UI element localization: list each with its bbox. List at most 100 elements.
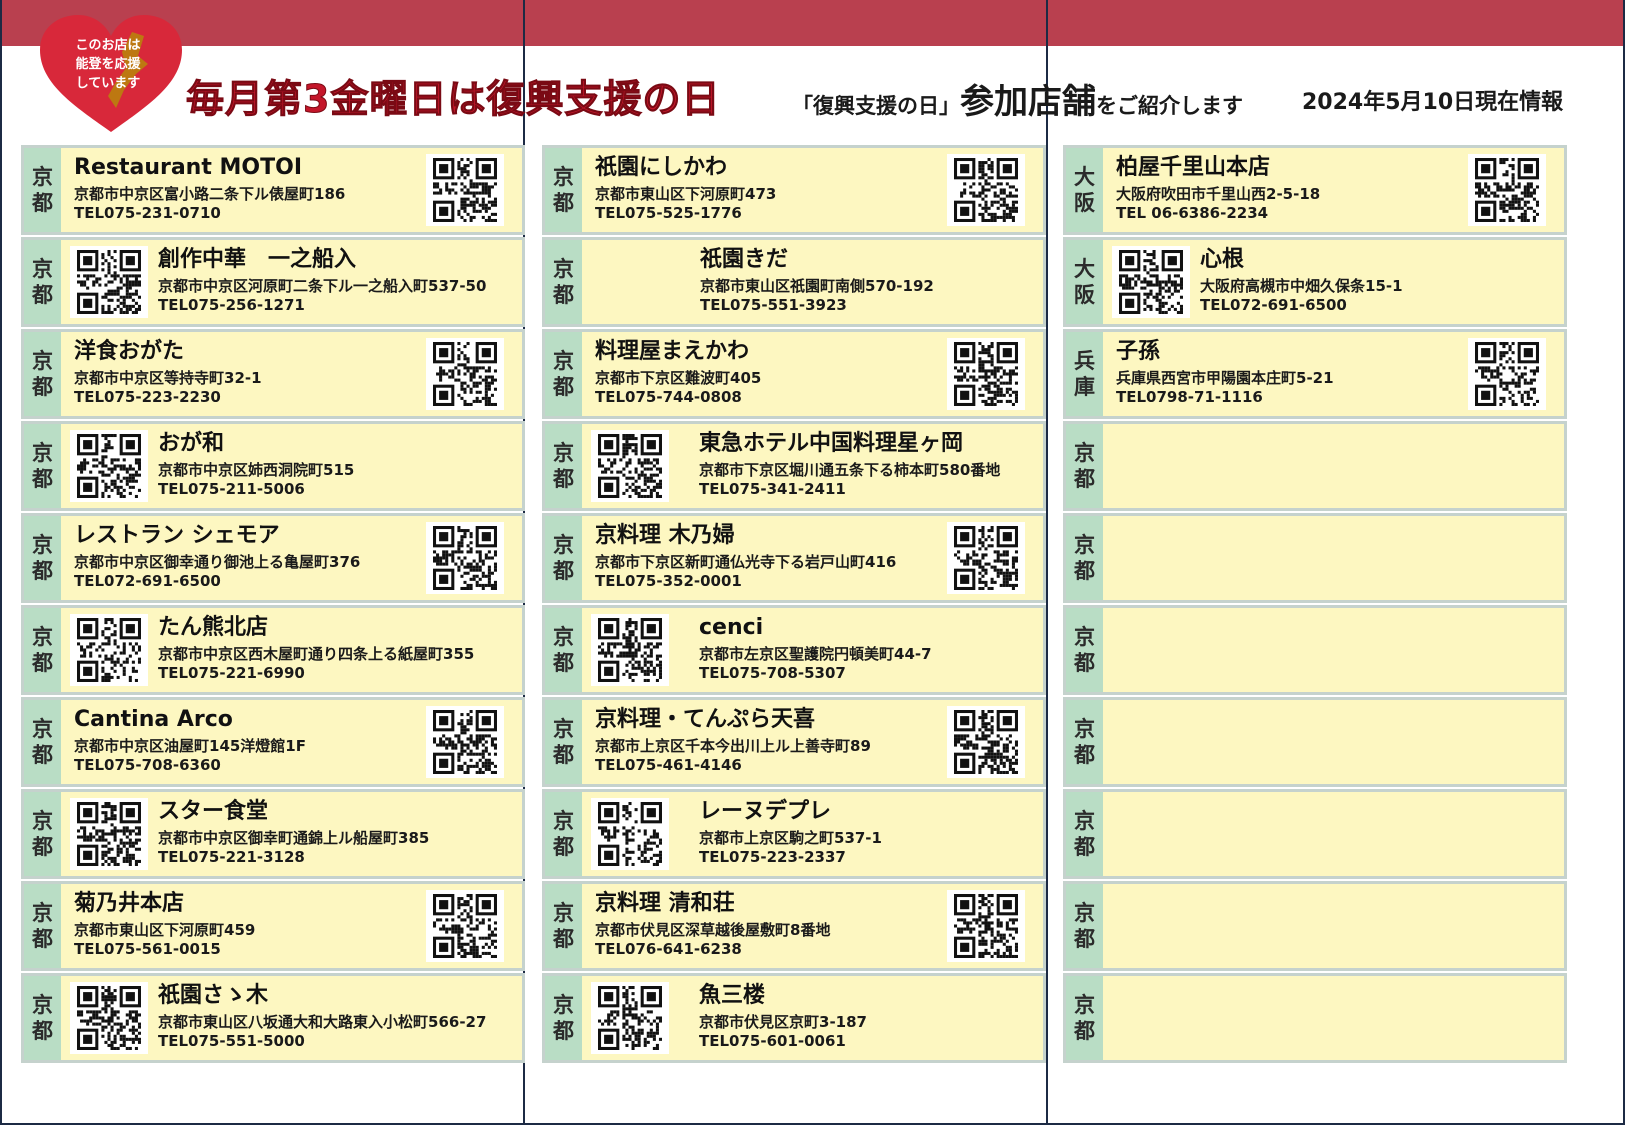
prefecture-char: 京 xyxy=(553,349,574,373)
subhead-prefix: 「復興支援の日」 xyxy=(792,94,960,118)
prefecture-char: 都 xyxy=(553,467,574,491)
page-subhead: 「復興支援の日」参加店舗をご紹介します xyxy=(792,74,1243,123)
qr-code-icon[interactable] xyxy=(947,522,1025,594)
prefecture-label: 京都 xyxy=(24,976,61,1060)
store-card: 京都洋食おがた 京都市中京区等持寺町32-1 TEL075-223-2230 xyxy=(21,329,525,419)
prefecture-label: 京都 xyxy=(24,884,61,968)
prefecture-label: 京都 xyxy=(24,424,61,508)
prefecture-char: 京 xyxy=(1074,533,1095,557)
store-address: 京都市左京区聖護院円頓美町44-7 xyxy=(699,645,932,663)
qr-code-icon[interactable] xyxy=(70,982,148,1054)
store-phone: TEL075-221-3128 xyxy=(158,848,305,866)
store-card: 京都 xyxy=(1063,421,1567,511)
store-phone: TEL075-223-2230 xyxy=(74,388,221,406)
store-info: Cantina Arco 京都市中京区油屋町145洋燈館1F TEL075-708-… xyxy=(74,706,306,775)
store-card: 京都 レーヌデプレ 京都市上京区駒之町537-1 TEL075-223-2337 xyxy=(542,789,1046,879)
store-info: おが和 京都市中京区姉西洞院町515 TEL075-211-5006 xyxy=(158,430,354,499)
store-name: 心根 xyxy=(1200,247,1245,272)
store-address: 京都市東山区祇園町南側570-192 xyxy=(700,277,934,295)
qr-code-icon[interactable] xyxy=(591,798,669,870)
prefecture-char: 京 xyxy=(553,441,574,465)
store-phone: TEL075-352-0001 xyxy=(595,572,742,590)
qr-code-icon[interactable] xyxy=(70,246,148,318)
store-name: 創作中華 一之船入 xyxy=(158,247,357,272)
store-card: 京都 たん熊北店 京都市中京区西木屋町通り四条上る紙屋町355 TEL075-221-… xyxy=(21,605,525,695)
store-name: 祇園にしかわ xyxy=(595,155,728,180)
prefecture-char: 都 xyxy=(32,927,53,951)
prefecture-char: 都 xyxy=(1074,467,1095,491)
store-card: 京都 Restaurant MOTOI 京都市中京区富小路二条下ル俵屋町186 TEL… xyxy=(21,145,525,235)
prefecture-label: 京都 xyxy=(1066,792,1103,876)
prefecture-char: 都 xyxy=(553,1019,574,1043)
prefecture-char: 都 xyxy=(1074,835,1095,859)
prefecture-char: 京 xyxy=(553,625,574,649)
qr-code-icon[interactable] xyxy=(426,706,504,778)
store-address: 京都市中京区河原町二条下ル一之船入町537-50 xyxy=(158,277,487,295)
store-phone: TEL075-256-1271 xyxy=(158,296,305,314)
prefecture-label: 京都 xyxy=(24,700,61,784)
store-address: 京都市中京区姉西洞院町515 xyxy=(158,461,355,479)
store-name: 子孫 xyxy=(1116,339,1161,364)
store-name: 料理屋まえかわ xyxy=(595,339,750,364)
prefecture-label: 京都 xyxy=(24,148,61,232)
store-name: 東急ホテル中国料理星ヶ岡 xyxy=(699,431,964,456)
prefecture-char: 京 xyxy=(32,717,53,741)
qr-code-icon[interactable] xyxy=(70,614,148,686)
store-info: 京料理 木乃婦 京都市下京区新町通仏光寺下る岩戸山町416 TEL075-352-0… xyxy=(595,522,896,591)
qr-code-icon[interactable] xyxy=(947,338,1025,410)
qr-code-icon[interactable] xyxy=(1112,246,1190,318)
qr-code-icon[interactable] xyxy=(591,982,669,1054)
qr-code-icon[interactable] xyxy=(591,430,669,502)
store-phone: TEL076-641-6238 xyxy=(595,940,742,958)
store-card: 京都 xyxy=(1063,513,1567,603)
prefecture-label: 京都 xyxy=(545,884,582,968)
store-phone: TEL 06-6386-2234 xyxy=(1116,204,1269,222)
store-info: 子孫 兵庫県西宮市甲陽園本庄町5-21 TEL0798-71-1116 xyxy=(1116,338,1334,407)
qr-code-icon[interactable] xyxy=(426,522,504,594)
store-address: 京都市中京区富小路二条下ル俵屋町186 xyxy=(74,185,346,203)
prefecture-label: 京都 xyxy=(545,240,582,324)
store-phone: TEL075-221-6990 xyxy=(158,664,305,682)
qr-code-icon[interactable] xyxy=(70,798,148,870)
qr-code-icon[interactable] xyxy=(947,154,1025,226)
prefecture-char: 京 xyxy=(553,165,574,189)
store-card: 京都 東急ホテル中国料理星ヶ岡 京都市下京区堀川通五条下る柿本町580番地 TEL07… xyxy=(542,421,1046,511)
store-name: Restaurant MOTOI xyxy=(74,155,303,180)
prefecture-char: 大 xyxy=(1074,165,1095,189)
prefecture-label: 京都 xyxy=(24,608,61,692)
store-card: 京都 xyxy=(1063,697,1567,787)
store-phone: TEL075-341-2411 xyxy=(699,480,846,498)
prefecture-char: 京 xyxy=(32,901,53,925)
prefecture-char: 都 xyxy=(1074,743,1095,767)
prefecture-label: 京都 xyxy=(545,608,582,692)
prefecture-char: 都 xyxy=(553,375,574,399)
store-name: 祇園さゝ木 xyxy=(158,983,269,1008)
prefecture-char: 都 xyxy=(1074,1019,1095,1043)
qr-code-icon[interactable] xyxy=(947,706,1025,778)
store-info: たん熊北店 京都市中京区西木屋町通り四条上る紙屋町355 TEL075-221-69… xyxy=(158,614,474,683)
store-phone: TEL075-525-1776 xyxy=(595,204,742,222)
store-name: レーヌデプレ xyxy=(699,799,832,824)
qr-code-icon[interactable] xyxy=(591,614,669,686)
prefecture-char: 京 xyxy=(32,809,53,833)
qr-code-icon[interactable] xyxy=(426,890,504,962)
store-address: 兵庫県西宮市甲陽園本庄町5-21 xyxy=(1116,369,1334,387)
store-phone: TEL075-551-3923 xyxy=(700,296,847,314)
qr-code-icon[interactable] xyxy=(70,430,148,502)
store-name: 京料理・てんぷら天喜 xyxy=(595,707,816,732)
qr-code-icon[interactable] xyxy=(426,154,504,226)
qr-code-icon[interactable] xyxy=(1468,154,1546,226)
store-address: 京都市伏見区京町3-187 xyxy=(699,1013,867,1031)
qr-code-icon[interactable] xyxy=(426,338,504,410)
store-phone: TEL075-223-2337 xyxy=(699,848,846,866)
prefecture-label: 京都 xyxy=(545,976,582,1060)
store-info: レストラン シェモア 京都市中京区御幸通り御池上る亀屋町376 TEL072-691… xyxy=(74,522,360,591)
qr-code-icon[interactable] xyxy=(947,890,1025,962)
store-phone: TEL075-551-5000 xyxy=(158,1032,305,1050)
qr-code-icon[interactable] xyxy=(1468,338,1546,410)
prefecture-char: 京 xyxy=(553,901,574,925)
store-card: 京都 祇園さゝ木 京都市東山区八坂通大和大路東入小松町566-27 TEL075-55… xyxy=(21,973,525,1063)
prefecture-char: 京 xyxy=(553,257,574,281)
column-divider xyxy=(1046,0,1048,1125)
store-address: 京都市中京区油屋町145洋燈館1F xyxy=(74,737,306,755)
